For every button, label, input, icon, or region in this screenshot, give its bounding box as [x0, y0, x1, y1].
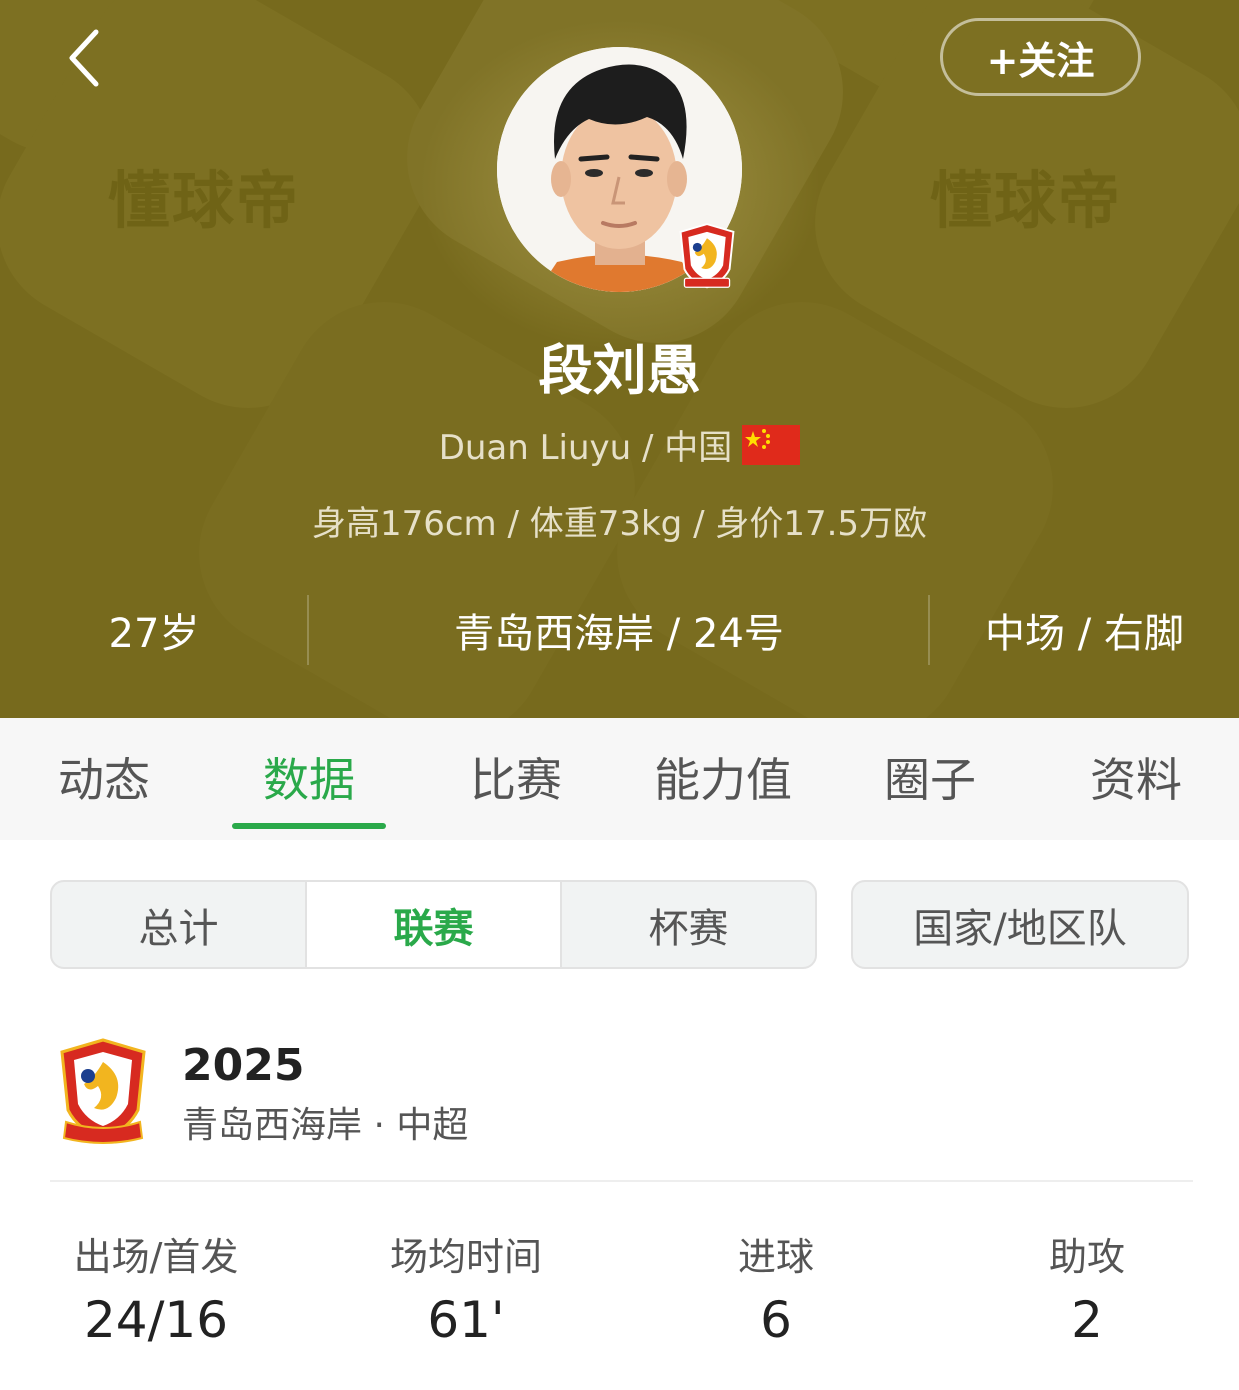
tab-profile[interactable]: 资料: [1072, 744, 1200, 807]
competition-filter: 总计 联赛 杯赛: [50, 880, 817, 969]
stat-value: 2: [1071, 1291, 1103, 1349]
stat-label: 助攻: [1048, 1235, 1125, 1279]
stat-value: 24/16: [83, 1291, 229, 1349]
stat-appearances: 出场/首发 24/16: [36, 1226, 276, 1349]
china-flag-icon: [742, 425, 801, 465]
tab-matches[interactable]: 比赛: [452, 744, 580, 807]
season-year: 2025: [182, 1040, 305, 1091]
stat-assists: 助攻 2: [967, 1226, 1207, 1349]
player-name: 段刘愚: [538, 339, 701, 402]
profile-tabs: 动态 数据 比赛 能力值 圈子 资料: [0, 718, 1239, 840]
stat-label: 出场/首发: [73, 1235, 239, 1279]
follow-button[interactable]: +关注: [940, 18, 1141, 96]
club-badge-icon: [678, 222, 736, 292]
stat-avg-minutes: 场均时间 61': [346, 1226, 586, 1349]
filter-league[interactable]: 联赛: [307, 882, 562, 967]
divider: [50, 1180, 1193, 1182]
stat-value: 61': [427, 1291, 505, 1349]
stat-goals: 进球 6: [656, 1226, 896, 1349]
back-button[interactable]: [62, 28, 122, 88]
separator: /: [631, 428, 665, 468]
season-team-league: 青岛西海岸 · 中超: [182, 1105, 469, 1146]
tab-ability[interactable]: 能力值: [640, 744, 806, 807]
watermark-logo: 懂球帝: [930, 164, 1123, 237]
player-header: 懂球帝 懂球帝 +关注 段刘愚 Duan Liuyu / 中国 身高176cm …: [0, 0, 1239, 718]
stat-value: 6: [760, 1291, 792, 1349]
player-age: 27岁: [108, 611, 200, 657]
chevron-left-icon: [69, 29, 99, 87]
active-tab-indicator: [232, 823, 386, 829]
filter-total[interactable]: 总计: [52, 882, 307, 967]
stat-label: 进球: [737, 1235, 814, 1279]
player-english-name: Duan Liuyu: [438, 428, 632, 468]
club-badge-icon: [58, 1038, 148, 1144]
filter-cup[interactable]: 杯赛: [562, 882, 815, 967]
tab-data[interactable]: 数据: [232, 744, 386, 807]
watermark-logo: 懂球帝: [108, 164, 301, 237]
player-summary-row: 27岁 青岛西海岸 / 24号 中场 / 右脚: [0, 595, 1239, 665]
player-position-foot: 中场 / 右脚: [985, 611, 1184, 657]
player-team-number[interactable]: 青岛西海岸 / 24号: [309, 595, 929, 665]
player-name-nationality: Duan Liuyu / 中国: [0, 420, 1239, 469]
stat-label: 场均时间: [389, 1235, 542, 1279]
filter-national-team[interactable]: 国家/地区队: [851, 880, 1189, 969]
player-body-info: 身高176cm / 体重73kg / 身价17.5万欧: [311, 504, 928, 544]
player-nationality: 中国: [664, 428, 733, 468]
tab-news[interactable]: 动态: [40, 744, 168, 807]
tab-circle[interactable]: 圈子: [866, 744, 994, 807]
